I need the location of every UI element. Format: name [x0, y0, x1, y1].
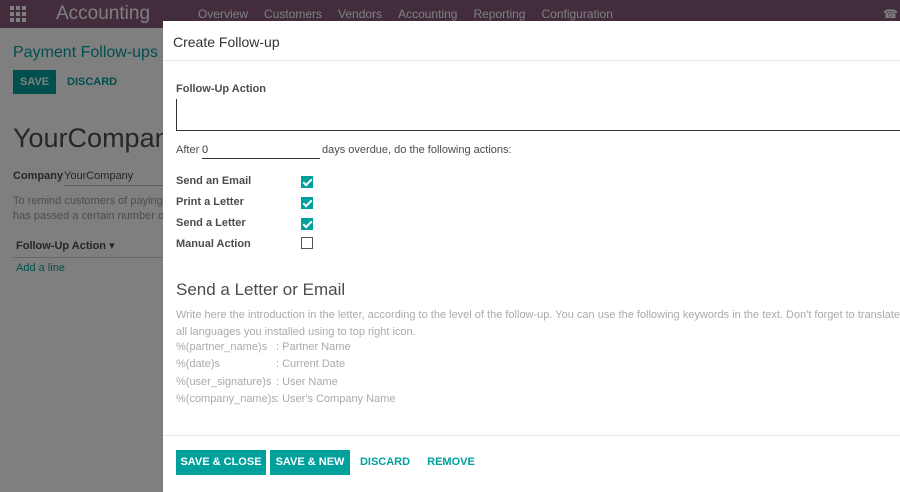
- modal-header: Create Follow-up: [163, 21, 900, 61]
- keyword-company-name: %(company_name)s: [176, 393, 277, 405]
- send-email-checkbox[interactable]: [301, 176, 313, 188]
- send-email-label: Send an Email: [176, 175, 252, 187]
- keyword-date: %(date)s: [176, 358, 221, 370]
- keyword-partner-name-desc: : Partner Name: [276, 341, 351, 353]
- keyword-company-name-desc: : User's Company Name: [276, 393, 396, 405]
- send-letter-checkbox[interactable]: [301, 218, 313, 230]
- discard-button[interactable]: DISCARD: [356, 450, 414, 475]
- description-line-2: all languages you installed using to top…: [176, 326, 416, 338]
- after-label: After: [176, 144, 200, 156]
- print-letter-checkbox[interactable]: [301, 197, 313, 209]
- days-overdue-suffix: days overdue, do the following actions:: [322, 144, 512, 156]
- keyword-date-desc: : Current Date: [276, 358, 346, 370]
- send-letter-label: Send a Letter: [176, 217, 246, 229]
- manual-action-label: Manual Action: [176, 238, 251, 250]
- modal-title: Create Follow-up: [173, 34, 280, 50]
- create-followup-dialog: Create Follow-up Follow-Up Action After …: [163, 21, 900, 492]
- followup-action-label: Follow-Up Action: [176, 83, 267, 95]
- save-new-button[interactable]: SAVE & NEW: [270, 450, 350, 475]
- letter-description[interactable]: Write here the introduction in the lette…: [176, 307, 900, 341]
- days-overdue-input[interactable]: [202, 142, 320, 159]
- save-close-button[interactable]: SAVE & CLOSE: [176, 450, 266, 475]
- description-line-1: Write here the introduction in the lette…: [176, 309, 900, 321]
- keyword-user-signature-desc: : User Name: [276, 376, 338, 388]
- section-title: Send a Letter or Email: [176, 280, 346, 299]
- print-letter-label: Print a Letter: [176, 196, 244, 208]
- followup-action-input[interactable]: [176, 99, 900, 131]
- keyword-partner-name: %(partner_name)s: [176, 341, 268, 353]
- manual-action-checkbox[interactable]: [301, 237, 313, 249]
- keyword-user-signature: %(user_signature)s: [176, 376, 272, 388]
- remove-button[interactable]: REMOVE: [424, 450, 478, 475]
